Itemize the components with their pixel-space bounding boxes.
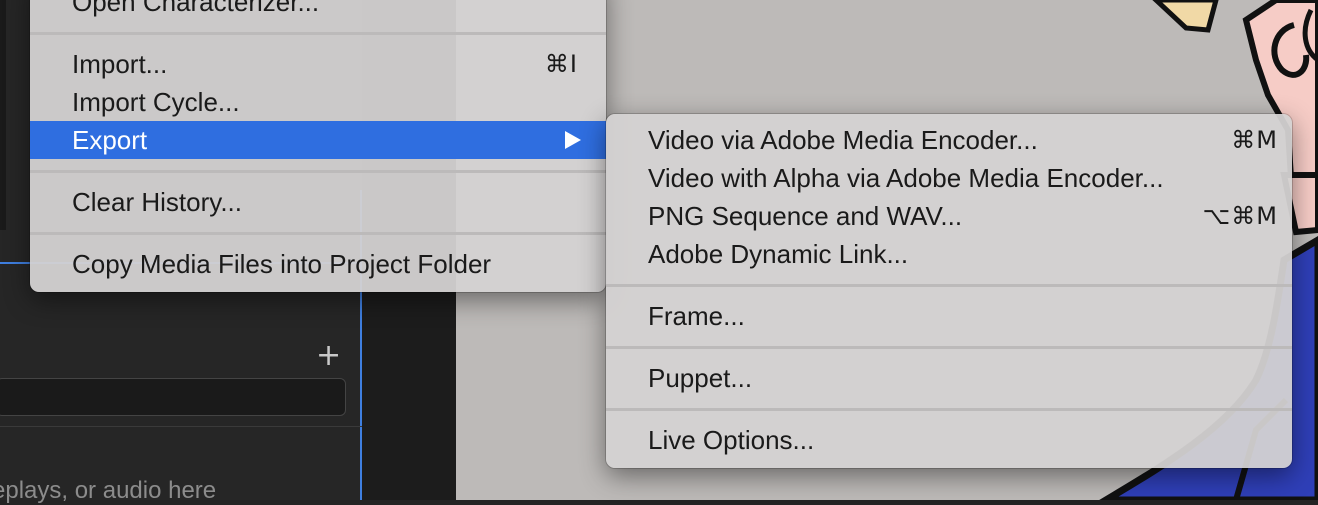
panel-divider (0, 426, 362, 427)
menu-separator (606, 346, 1292, 349)
menu-item-frame[interactable]: Frame... (606, 297, 1292, 335)
menu-item-export[interactable]: Export (30, 121, 606, 159)
menu-item-label: Export (72, 124, 148, 155)
export-submenu: Video via Adobe Media Encoder... ⌘M Vide… (606, 114, 1292, 468)
panel-edge (0, 0, 6, 230)
menu-item-label: Clear History... (72, 186, 242, 217)
menu-item-copy-media-files[interactable]: Copy Media Files into Project Folder (30, 245, 606, 283)
add-button[interactable]: + (316, 340, 341, 372)
menu-item-label: PNG Sequence and WAV... (648, 200, 963, 231)
menu-item-label: Live Options... (648, 424, 815, 455)
submenu-arrow-icon (565, 131, 581, 149)
search-input[interactable] (0, 378, 346, 416)
shortcut-label: ⌘I (544, 50, 578, 78)
menu-item-label: Copy Media Files into Project Folder (72, 248, 492, 279)
menu-item-open-characterizer[interactable]: Open Characterizer... (30, 0, 606, 21)
shortcut-label: ⌥⌘M (1202, 202, 1278, 230)
menu-item-png-sequence-wav[interactable]: PNG Sequence and WAV... ⌥⌘M (606, 197, 1292, 235)
menu-item-puppet[interactable]: Puppet... (606, 359, 1292, 397)
menu-separator (606, 408, 1292, 411)
shortcut-label: ⌘M (1231, 126, 1278, 154)
menu-item-video-alpha-media-encoder[interactable]: Video with Alpha via Adobe Media Encoder… (606, 159, 1292, 197)
menu-separator (606, 284, 1292, 287)
menu-item-import-cycle[interactable]: Import Cycle... (30, 83, 606, 121)
menu-item-clear-history[interactable]: Clear History... (30, 183, 606, 221)
menu-item-import[interactable]: Import... ⌘I (30, 45, 606, 83)
menu-item-label: Video via Adobe Media Encoder... (648, 124, 1038, 155)
menu-item-label: Import Cycle... (72, 86, 240, 117)
drop-hint-text: eplays, or audio here (0, 477, 217, 504)
menu-item-label: Open Characterizer... (72, 0, 320, 17)
file-menu: Open Characterizer... Import... ⌘I Impor… (30, 0, 606, 292)
menu-separator (30, 32, 606, 35)
menu-item-video-media-encoder[interactable]: Video via Adobe Media Encoder... ⌘M (606, 121, 1292, 159)
menu-item-live-options[interactable]: Live Options... (606, 421, 1292, 459)
menu-item-label: Import... (72, 48, 168, 79)
menu-item-label: Adobe Dynamic Link... (648, 238, 909, 269)
menu-item-label: Frame... (648, 300, 745, 331)
menu-item-adobe-dynamic-link[interactable]: Adobe Dynamic Link... (606, 235, 1292, 273)
menu-separator (30, 232, 606, 235)
menu-separator (30, 170, 606, 173)
menu-item-label: Video with Alpha via Adobe Media Encoder… (648, 162, 1164, 193)
menu-item-label: Puppet... (648, 362, 753, 393)
